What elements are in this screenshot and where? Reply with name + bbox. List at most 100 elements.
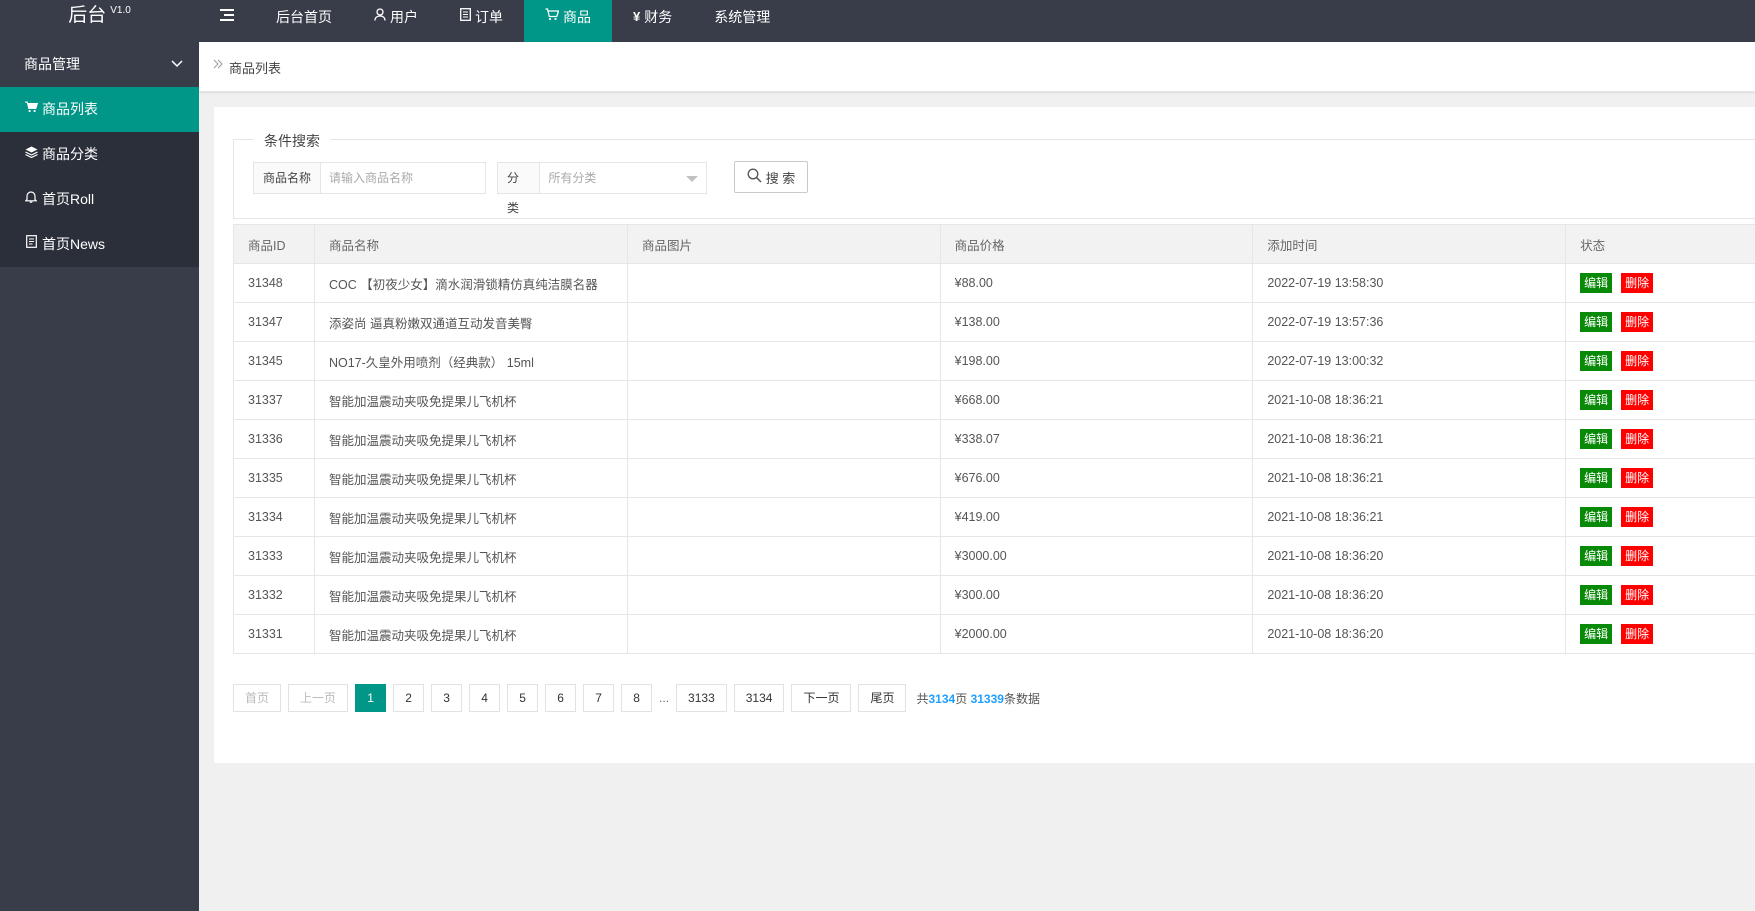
cell-id: 31347 <box>233 302 315 342</box>
menu-toggle-icon <box>220 0 234 34</box>
search-legend: 条件搜索 <box>254 131 330 151</box>
sidebar-item-home-roll[interactable]: 首页Roll <box>0 177 199 222</box>
cell-id: 31345 <box>233 341 315 381</box>
edit-button[interactable]: 编辑 <box>1580 273 1613 293</box>
sidebar-item-label: 首页News <box>42 236 106 252</box>
edit-button[interactable]: 编辑 <box>1580 429 1613 449</box>
sidebar-item-product-category[interactable]: 商品分类 <box>0 132 199 177</box>
search-fieldset: 条件搜索 商品名称 分类 所有分类 搜 索 <box>233 131 1755 219</box>
delete-button[interactable]: 删除 <box>1621 507 1654 527</box>
cell-price: ¥676.00 <box>939 458 1254 498</box>
logo-text: 后台 <box>68 5 107 26</box>
category-label: 分类 <box>498 163 541 215</box>
table-row: 31345 NO17-久皇外用喷剂（经典款） 15ml ¥198.00 2022-07… <box>233 341 1755 381</box>
document-icon <box>460 0 471 34</box>
page-button[interactable]: 3 <box>431 684 463 712</box>
cell-time: 2021-10-08 18:36:21 <box>1252 380 1567 420</box>
cell-image <box>626 419 941 459</box>
delete-button[interactable]: 删除 <box>1621 546 1654 566</box>
table-row: 31347 添姿尚 逼真粉嫩双通道互动发音美臀 ¥138.00 2022-07-19 … <box>233 302 1755 342</box>
nav-home[interactable]: 后台首页 <box>255 0 353 42</box>
cell-time: 2022-07-19 13:57:36 <box>1252 302 1567 342</box>
page-button[interactable]: 2 <box>393 684 425 712</box>
product-name-label: 商品名称 <box>254 163 322 193</box>
edit-button[interactable]: 编辑 <box>1580 390 1613 410</box>
page-button[interactable]: 6 <box>545 684 577 712</box>
cell-price: ¥338.07 <box>939 419 1254 459</box>
cell-name: 智能加温震动夹吸免提果儿飞机杯 <box>313 497 628 537</box>
nav-products-label: 商品 <box>563 9 591 25</box>
product-name-input[interactable] <box>321 163 482 193</box>
cell-id: 31332 <box>233 575 315 615</box>
cell-id: 31336 <box>233 419 315 459</box>
delete-button[interactable]: 删除 <box>1621 390 1654 410</box>
delete-button[interactable]: 删除 <box>1621 351 1654 371</box>
category-field: 分类 所有分类 <box>497 162 707 215</box>
page-button[interactable]: 3133 <box>676 684 727 712</box>
first-page-button[interactable]: 首页 <box>233 684 282 712</box>
delete-button[interactable]: 删除 <box>1621 624 1654 644</box>
double-chevron-right-icon <box>213 58 223 72</box>
cell-time: 2021-10-08 18:36:20 <box>1252 575 1567 615</box>
table-row: 31334 智能加温震动夹吸免提果儿飞机杯 ¥419.00 2021-10-08 18… <box>233 497 1755 537</box>
nav-orders[interactable]: 订单 <box>439 0 524 42</box>
cell-price: ¥300.00 <box>939 575 1254 615</box>
cell-time: 2022-07-19 13:58:30 <box>1252 263 1567 303</box>
cell-status: 编辑 删除 <box>1565 536 1755 576</box>
sidebar-group-products[interactable]: 商品管理 <box>0 42 199 87</box>
cell-image <box>626 380 941 420</box>
last-page-button[interactable]: 尾页 <box>858 684 907 712</box>
sidebar-item-home-news[interactable]: 首页News <box>0 222 199 267</box>
page-button[interactable]: 1 <box>355 684 387 712</box>
sidebar-toggle-button[interactable] <box>199 0 255 42</box>
nav-system[interactable]: 系统管理 <box>693 0 791 42</box>
edit-button[interactable]: 编辑 <box>1580 312 1613 332</box>
search-icon <box>747 168 762 186</box>
cell-price: ¥138.00 <box>939 302 1254 342</box>
delete-button[interactable]: 删除 <box>1621 312 1654 332</box>
table-row: 31332 智能加温震动夹吸免提果儿飞机杯 ¥300.00 2021-10-08 18… <box>233 575 1755 615</box>
next-page-button[interactable]: 下一页 <box>791 684 852 712</box>
sidebar-item-label: 商品列表 <box>42 101 98 117</box>
delete-button[interactable]: 删除 <box>1621 468 1654 488</box>
cell-id: 31348 <box>233 263 315 303</box>
edit-button[interactable]: 编辑 <box>1580 468 1613 488</box>
nav-system-label: 系统管理 <box>714 9 771 25</box>
sidebar-item-product-list[interactable]: 商品列表 <box>0 87 199 132</box>
breadcrumb-current[interactable]: 商品列表 <box>229 58 281 77</box>
page-button[interactable]: 8 <box>621 684 653 712</box>
delete-button[interactable]: 删除 <box>1621 585 1654 605</box>
cell-status: 编辑 删除 <box>1565 263 1755 303</box>
cell-image <box>626 614 941 654</box>
bell-icon <box>24 177 38 222</box>
cell-time: 2021-10-08 18:36:20 <box>1252 536 1567 576</box>
page-button[interactable]: 5 <box>507 684 539 712</box>
chevron-down-icon <box>171 42 183 87</box>
prev-page-button[interactable]: 上一页 <box>288 684 349 712</box>
sidebar-item-label: 商品分类 <box>42 146 98 162</box>
nav-finance[interactable]: ¥ 财务 <box>612 0 693 42</box>
table-row: 31348 COC 【初夜少女】滴水润滑锁精仿真纯洁膜名器 ¥88.00 2022-0… <box>233 263 1755 303</box>
delete-button[interactable]: 删除 <box>1621 429 1654 449</box>
search-button-label: 搜 索 <box>765 170 796 186</box>
breadcrumb: 商品列表 <box>199 42 1755 92</box>
category-select[interactable]: 所有分类 <box>540 163 706 193</box>
delete-button[interactable]: 删除 <box>1621 273 1654 293</box>
column-header-status: 状态 <box>1565 224 1755 264</box>
edit-button[interactable]: 编辑 <box>1580 507 1613 527</box>
edit-button[interactable]: 编辑 <box>1580 585 1613 605</box>
cell-image <box>626 263 941 303</box>
nav-products[interactable]: 商品 <box>524 0 612 42</box>
page-button[interactable]: 4 <box>469 684 501 712</box>
edit-button[interactable]: 编辑 <box>1580 624 1613 644</box>
edit-button[interactable]: 编辑 <box>1580 546 1613 566</box>
nav-users[interactable]: 用户 <box>353 0 439 42</box>
sidebar: 商品管理 商品列表 商品分类 首页Roll 首页News <box>0 42 199 911</box>
search-button[interactable]: 搜 索 <box>734 161 808 193</box>
cell-id: 31333 <box>233 536 315 576</box>
page-button[interactable]: 3134 <box>733 684 785 712</box>
page-button[interactable]: 7 <box>583 684 615 712</box>
cell-image <box>626 458 941 498</box>
cart-icon <box>545 0 560 34</box>
edit-button[interactable]: 编辑 <box>1580 351 1613 371</box>
